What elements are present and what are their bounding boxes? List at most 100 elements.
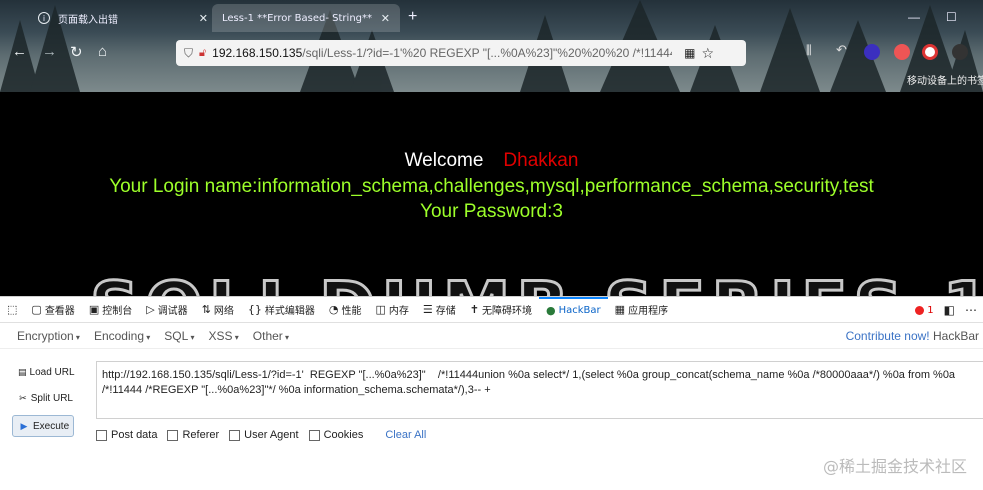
menu-other[interactable]: Other: [253, 329, 289, 343]
extension-icon-purple[interactable]: [864, 44, 880, 60]
hackbar-options: Post data Referer User Agent Cookies Cle…: [96, 429, 426, 441]
forward-icon[interactable]: →: [42, 43, 57, 60]
welcome-text: Welcome: [404, 150, 484, 171]
tab-performance[interactable]: ◔ 性能: [322, 297, 369, 323]
tab-label: 调试器: [157, 306, 188, 317]
tab-label: HackBar: [558, 305, 601, 316]
console-icon: ▣: [88, 303, 100, 316]
devtools-toolbar-right: 1 ◧ ⋯: [915, 303, 977, 317]
execute-icon: ▶: [20, 420, 28, 431]
referer-checkbox[interactable]: Referer: [167, 429, 219, 441]
shield-icon[interactable]: ⛉: [184, 46, 193, 61]
tab-memory[interactable]: ◫ 内存: [369, 297, 416, 323]
tab-label: 应用程序: [628, 306, 669, 317]
menu-xss[interactable]: XSS: [209, 329, 239, 343]
login-name-line: Your Login name:information_schema,chall…: [109, 176, 874, 197]
tab-debugger[interactable]: ▷ 调试器: [139, 297, 194, 323]
browser-chrome: i 页面载入出错 ✕ Less-1 **Error Based- String*…: [0, 0, 983, 92]
tab-network[interactable]: ⇅ 网络: [195, 297, 241, 323]
watermark-text: @稀土掘金技术社区: [822, 457, 967, 476]
clear-all-link[interactable]: Clear All: [385, 429, 426, 441]
option-label: Cookies: [323, 429, 364, 441]
element-picker-button[interactable]: ⬚: [0, 297, 24, 323]
extension-icon-s[interactable]: [922, 44, 938, 60]
tab-close-icon[interactable]: ✕: [199, 12, 208, 25]
memory-icon: ◫: [375, 303, 386, 316]
dock-icon[interactable]: ◧: [944, 303, 955, 317]
undo-icon[interactable]: ↶: [836, 42, 852, 58]
home-icon[interactable]: ⌂: [98, 43, 107, 60]
style-editor-icon: {}: [247, 303, 262, 316]
menu-encryption[interactable]: Encryption: [17, 329, 80, 343]
tab-label: 无障碍环境: [482, 306, 533, 317]
network-icon: ⇅: [201, 303, 211, 316]
tab-style-editor[interactable]: {} 样式编辑器: [241, 297, 322, 323]
picker-icon: ⬚: [7, 303, 18, 316]
tab-application[interactable]: ▦ 应用程序: [608, 297, 675, 323]
tab-label: 样式编辑器: [264, 306, 315, 317]
cookies-checkbox[interactable]: Cookies: [308, 429, 364, 441]
lock-icon[interactable]: 🔓︎: [199, 47, 206, 60]
user-agent-checkbox[interactable]: User Agent: [229, 429, 299, 441]
tab-label: 性能: [341, 306, 362, 317]
more-options-icon[interactable]: ⋯: [965, 303, 977, 317]
tab-label: Less-1 **Error Based- String**: [222, 12, 372, 24]
minimize-icon[interactable]: —: [908, 10, 920, 24]
extension-icon-dark[interactable]: [952, 44, 968, 60]
tab-accessibility[interactable]: ✝ 无障碍环境: [463, 297, 539, 323]
qr-code-icon[interactable]: ▦: [684, 46, 695, 60]
accessibility-icon: ✝: [469, 303, 480, 316]
tab-less-1[interactable]: Less-1 **Error Based- String** ✕: [212, 4, 400, 32]
menu-encoding[interactable]: Encoding: [94, 329, 150, 343]
menu-sql[interactable]: SQL: [164, 329, 194, 343]
address-bar[interactable]: ⛉ 🔓︎ 192.168.150.135/sqli/Less-1/?id=-1'…: [176, 40, 746, 66]
tab-label: 查看器: [44, 306, 75, 317]
tab-close-icon[interactable]: ✕: [381, 12, 390, 25]
checkbox-box[interactable]: [167, 429, 179, 441]
tab-label: 网络: [213, 306, 234, 317]
option-label: User Agent: [244, 429, 299, 441]
checkbox-box[interactable]: [308, 429, 320, 441]
performance-icon: ◔: [328, 303, 339, 316]
tab-console[interactable]: ▣ 控制台: [82, 297, 139, 323]
error-count: 1: [927, 304, 934, 316]
devtools-panel: ⬚ ▢ 查看器 ▣ 控制台 ▷ 调试器 ⇅ 网络 {} 样式编辑器 ◔ 性能 ◫ 内存 ☰ 存储…: [0, 296, 983, 490]
split-url-icon: ✂: [19, 392, 27, 403]
debugger-icon: ▷: [146, 303, 155, 316]
hackbar-icon: ●: [546, 304, 556, 317]
button-label: Load URL: [29, 366, 75, 378]
url-textarea[interactable]: http://192.168.150.135/sqli/Less-1/?id=-…: [96, 361, 983, 419]
tab-error-page[interactable]: i 页面载入出错 ✕: [28, 4, 218, 32]
library-icon[interactable]: ⫼: [806, 43, 822, 59]
hackbar-menu: Encryption Encoding SQL XSS Other Contri…: [0, 323, 983, 349]
post-data-checkbox[interactable]: Post data: [96, 429, 157, 441]
application-icon: ▦: [614, 303, 626, 316]
extension-icon-red[interactable]: [894, 44, 910, 60]
hackbar-brand: HackBar: [932, 329, 979, 343]
tab-label: 存储: [435, 306, 456, 317]
url-path: /sqli/Less-1/?id=-1'%20 REGEXP "[...%0A%…: [302, 46, 673, 60]
tab-storage[interactable]: ☰ 存储: [416, 297, 463, 323]
mobile-bookmarks-label[interactable]: 移动设备上的书签: [907, 72, 983, 87]
new-tab-button[interactable]: +: [408, 8, 417, 26]
tab-bar: i 页面载入出错 ✕ Less-1 **Error Based- String*…: [0, 0, 983, 36]
split-url-button[interactable]: ✂ Split URL: [12, 387, 74, 409]
bookmark-star-icon[interactable]: ☆: [702, 45, 715, 62]
error-count-badge[interactable]: 1: [915, 304, 934, 316]
execute-button[interactable]: ▶ Execute: [12, 415, 74, 437]
maximize-icon[interactable]: ☐: [946, 10, 957, 24]
tab-inspector[interactable]: ▢ 查看器: [24, 297, 81, 323]
reload-icon[interactable]: ↻: [70, 43, 83, 61]
inspector-icon: ▢: [31, 303, 42, 316]
load-url-button[interactable]: ▤ Load URL: [12, 361, 75, 383]
contribute-link[interactable]: Contribute now! HackBar: [846, 329, 979, 343]
password-line: Your Password:3: [420, 201, 563, 222]
url-text: 192.168.150.135/sqli/Less-1/?id=-1'%20 R…: [212, 46, 672, 60]
tab-label: 内存: [388, 306, 409, 317]
tab-hackbar[interactable]: ● HackBar: [539, 296, 608, 323]
back-icon[interactable]: ←: [12, 43, 27, 60]
checkbox-box[interactable]: [96, 429, 107, 441]
error-icon: [915, 305, 925, 315]
devtools-tab-bar: ⬚ ▢ 查看器 ▣ 控制台 ▷ 调试器 ⇅ 网络 {} 样式编辑器 ◔ 性能 ◫ 内存 ☰ 存储…: [0, 296, 983, 323]
checkbox-box[interactable]: [229, 429, 241, 441]
